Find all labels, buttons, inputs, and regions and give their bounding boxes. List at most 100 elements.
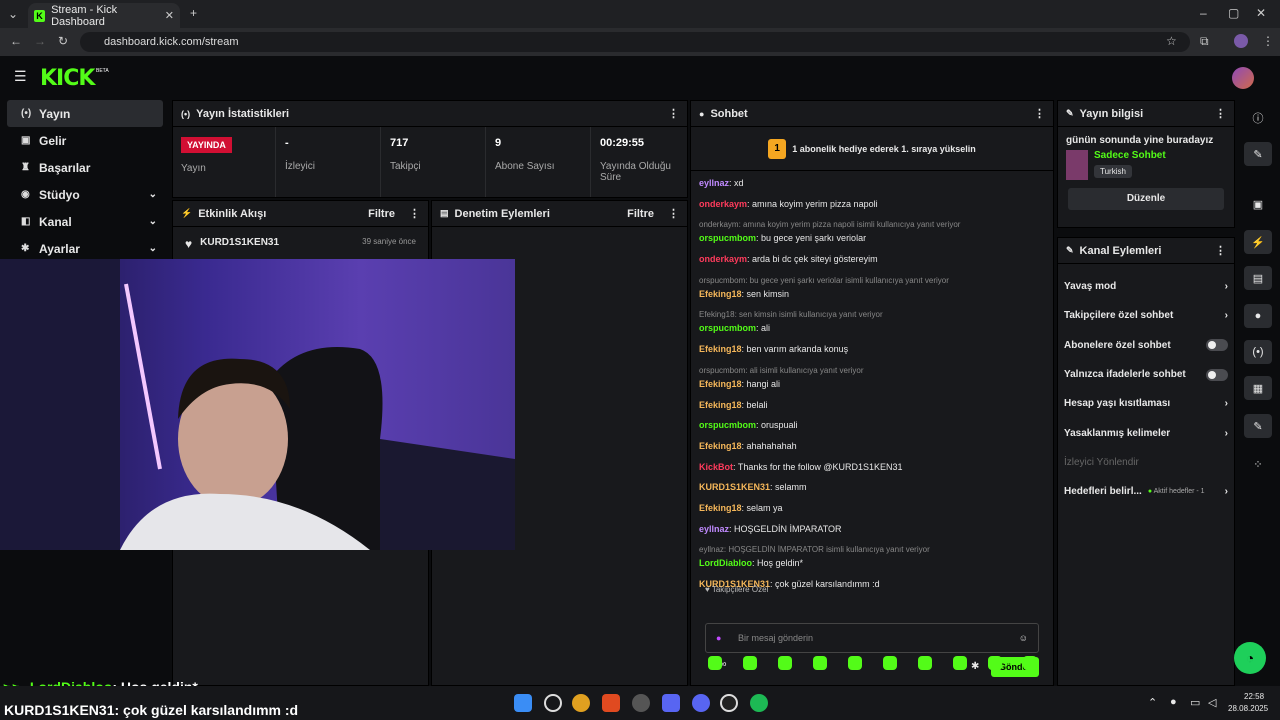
- emote-icon[interactable]: [918, 656, 932, 670]
- layout-icon[interactable]: ▦: [1244, 376, 1272, 400]
- more-options-icon[interactable]: ⋮: [409, 207, 420, 220]
- chat-message-input[interactable]: ● Bir mesaj gönderin ☺: [705, 623, 1039, 653]
- broadcast-icon[interactable]: (•): [1244, 340, 1272, 364]
- chrome-icon[interactable]: [572, 694, 590, 712]
- sidebar-item-gelir[interactable]: ▣ Gelir: [7, 127, 163, 154]
- emote-icon[interactable]: [1023, 656, 1037, 670]
- chat-username[interactable]: orspucmbom: [699, 233, 756, 243]
- emote-icon[interactable]: [743, 656, 757, 670]
- subscribers-only-toggle[interactable]: [1206, 339, 1228, 352]
- filter-button[interactable]: Filtre: [368, 208, 395, 220]
- lightning-icon[interactable]: ⚡: [1244, 230, 1272, 254]
- emote-icon[interactable]: [883, 656, 897, 670]
- profile-avatar[interactable]: [1234, 34, 1248, 48]
- emoji-icon[interactable]: ☺: [1019, 624, 1028, 652]
- emote-icon[interactable]: [953, 656, 967, 670]
- edit-button[interactable]: Düzenle: [1068, 188, 1224, 210]
- chat-message: orspucmbom: bu gece yeni şarkı veriolar …: [699, 274, 1039, 301]
- account-age-row[interactable]: Hesap yaşı kısıtlaması ›: [1058, 389, 1234, 418]
- minimize-icon[interactable]: –: [1200, 6, 1207, 20]
- document-icon[interactable]: ▤: [1244, 266, 1272, 290]
- app-icon[interactable]: [720, 694, 738, 712]
- chat-username[interactable]: eyllnaz: [699, 178, 729, 188]
- slow-mode-row[interactable]: Yavaş mod ›: [1058, 272, 1234, 301]
- more-options-icon[interactable]: ⋮: [668, 107, 679, 120]
- chevron-right-icon: ›: [1224, 281, 1228, 293]
- microphone-icon[interactable]: ●: [716, 624, 721, 652]
- maximize-icon[interactable]: ▢: [1228, 6, 1239, 20]
- emote-icon[interactable]: [848, 656, 862, 670]
- support-icon[interactable]: ◔: [1234, 642, 1266, 674]
- tray-chevron-icon[interactable]: ⌃: [1148, 696, 1157, 709]
- banned-words-row[interactable]: Yasaklanmış kelimeler ›: [1058, 418, 1234, 447]
- chat-username[interactable]: LordDiabloo: [699, 558, 752, 568]
- hamburger-menu-icon[interactable]: ☰: [14, 68, 27, 85]
- spotify-icon[interactable]: [750, 694, 768, 712]
- edit-icon[interactable]: ✎: [1244, 142, 1272, 166]
- info-icon[interactable]: ⓘ: [1244, 106, 1272, 130]
- obs-icon[interactable]: [632, 694, 650, 712]
- new-tab-icon[interactable]: +: [190, 6, 197, 20]
- chat-username[interactable]: onderkaym: [699, 254, 747, 264]
- clock-date[interactable]: 28.08.2025: [1228, 704, 1268, 713]
- more-options-icon[interactable]: ⋮: [1215, 244, 1226, 257]
- url-input[interactable]: dashboard.kick.com/stream: [80, 32, 1190, 52]
- emote-icon[interactable]: [778, 656, 792, 670]
- emote-icon[interactable]: [988, 656, 1002, 670]
- user-avatar[interactable]: [1232, 67, 1254, 89]
- category-name[interactable]: Sadece Sohbet: [1094, 150, 1166, 161]
- chat-username[interactable]: KURD1S1KEN31: [699, 482, 770, 492]
- settings-icon[interactable]: ✱: [971, 661, 979, 672]
- chat-username[interactable]: Efeking18: [699, 400, 742, 410]
- chat-username[interactable]: Efeking18: [699, 289, 742, 299]
- sidebar-item-studyo[interactable]: ◉ Stüdyo ⌄: [7, 181, 163, 208]
- browser-menu-icon[interactable]: ⋮: [1262, 34, 1274, 48]
- volume-icon[interactable]: ◁: [1208, 696, 1216, 709]
- more-options-icon[interactable]: ⋮: [1034, 107, 1045, 120]
- gift-leaderboard-banner[interactable]: 1 1 abonelik hediye ederek 1. sıraya yük…: [691, 127, 1053, 171]
- chat-username[interactable]: orspucmbom: [699, 420, 756, 430]
- chat-username[interactable]: orspucmbom: [699, 323, 756, 333]
- sidebar-item-ayarlar[interactable]: ✱ Ayarlar ⌄: [7, 235, 163, 262]
- chat-username[interactable]: Efeking18: [699, 441, 742, 451]
- filter-button[interactable]: Filtre: [627, 208, 654, 220]
- capture-icon[interactable]: ▣: [1244, 192, 1272, 216]
- chat-username[interactable]: Efeking18: [699, 379, 742, 389]
- bookmark-star-icon[interactable]: ☆: [1166, 34, 1177, 48]
- chat-bubble-icon[interactable]: ●: [1244, 304, 1272, 328]
- more-options-icon[interactable]: ⋮: [1215, 107, 1226, 120]
- reload-icon[interactable]: ↻: [58, 34, 68, 48]
- chat-username[interactable]: Efeking18: [699, 503, 742, 513]
- close-window-icon[interactable]: ✕: [1256, 6, 1266, 20]
- close-tab-icon[interactable]: ✕: [165, 9, 174, 22]
- clock-time[interactable]: 22:58: [1244, 692, 1264, 701]
- followers-only-row[interactable]: Takipçilere özel sohbet ›: [1058, 301, 1234, 330]
- network-icon[interactable]: ▭: [1190, 696, 1200, 709]
- emote-icon[interactable]: [708, 656, 722, 670]
- back-icon[interactable]: ←: [10, 34, 22, 48]
- emotes-only-toggle[interactable]: [1206, 368, 1228, 381]
- windows-start-icon[interactable]: [514, 694, 532, 712]
- wrench-icon[interactable]: ✎: [1244, 414, 1272, 438]
- chat-username[interactable]: KickBot: [699, 462, 733, 472]
- app-icon[interactable]: [662, 694, 680, 712]
- discord-icon[interactable]: [692, 694, 710, 712]
- sidebar-item-basarilar[interactable]: ♜ Başarılar: [7, 154, 163, 181]
- search-icon[interactable]: [544, 694, 562, 712]
- emote-icon[interactable]: [813, 656, 827, 670]
- microphone-icon[interactable]: ●: [1170, 696, 1177, 708]
- sidebar-item-kanal[interactable]: ◧ Kanal ⌄: [7, 208, 163, 235]
- sidebar-item-yayin[interactable]: (•) Yayın: [7, 100, 163, 127]
- tab-search-icon[interactable]: ⌄: [8, 7, 18, 21]
- brave-icon[interactable]: [602, 694, 620, 712]
- extensions-icon[interactable]: ⧉: [1200, 34, 1209, 49]
- chat-username[interactable]: onderkaym: [699, 199, 747, 209]
- chat-username[interactable]: Efeking18: [699, 344, 742, 354]
- apps-icon[interactable]: ⁘: [1244, 452, 1272, 476]
- chat-username[interactable]: eyllnaz: [699, 524, 729, 534]
- forward-icon[interactable]: →: [34, 34, 46, 48]
- kick-logo[interactable]: KICK: [40, 66, 95, 91]
- browser-tab[interactable]: K Stream - Kick Dashboard ✕: [28, 3, 180, 28]
- more-options-icon[interactable]: ⋮: [668, 207, 679, 220]
- goals-row[interactable]: Hedefleri belirl... ● Aktif hedefler - 1 ›: [1058, 477, 1234, 506]
